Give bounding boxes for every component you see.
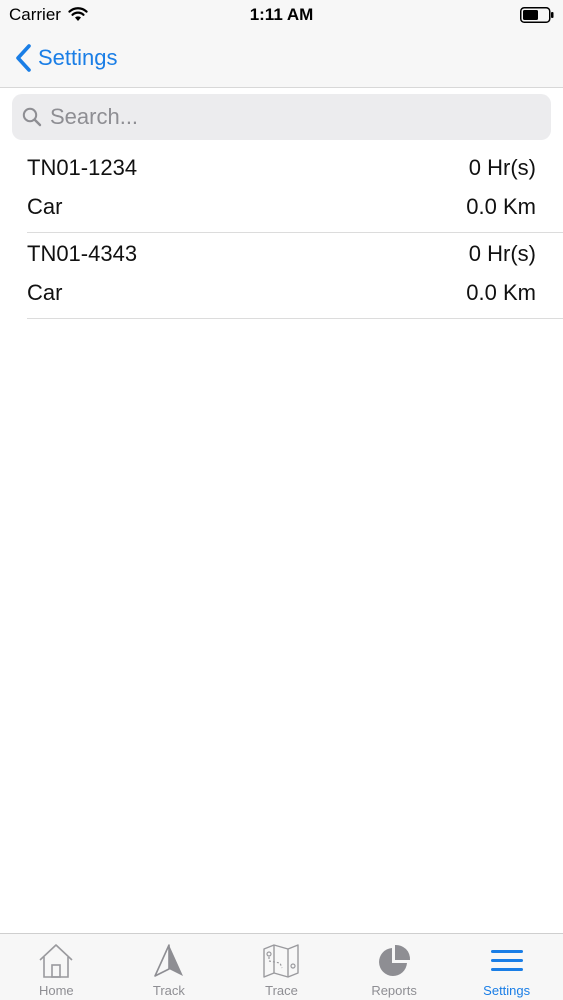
navigation-bar: Settings [0, 30, 563, 88]
navigation-arrow-icon [154, 944, 183, 977]
tab-label: Settings [483, 983, 531, 998]
tab-trace[interactable]: Trace [225, 934, 338, 1000]
search-bar [12, 94, 551, 140]
tab-label: Reports [371, 983, 417, 998]
app-screen: Carrier 1:11 AM Settings Search... TN01-… [0, 0, 563, 1000]
home-icon [39, 944, 73, 978]
map-icon [263, 944, 300, 978]
vehicle-list: TN01-1234 0 Hr(s) Car 0.0 Km TN01-4343 0… [27, 147, 563, 319]
search-icon [22, 107, 42, 127]
vehicle-distance: 0.0 Km [466, 280, 536, 305]
vehicle-type: Car [27, 280, 63, 305]
vehicle-row[interactable]: TN01-4343 0 Hr(s) Car 0.0 Km [27, 233, 563, 319]
back-button-label: Settings [38, 45, 118, 70]
vehicle-number: TN01-1234 [27, 155, 138, 180]
vehicle-type: Car [27, 194, 63, 219]
status-bar: Carrier 1:11 AM [0, 0, 563, 30]
vehicle-hours: 0 Hr(s) [468, 155, 536, 180]
vehicle-number: TN01-4343 [27, 241, 138, 266]
pie-chart-icon [379, 944, 411, 976]
menu-icon [490, 950, 523, 971]
tab-bar: Home Track Trace Reports Settings [0, 933, 563, 1000]
battery-icon [520, 7, 554, 23]
tab-settings[interactable]: Settings [450, 934, 563, 1000]
vehicle-hours: 0 Hr(s) [468, 241, 536, 266]
chevron-left-icon [16, 44, 31, 72]
vehicle-row[interactable]: TN01-1234 0 Hr(s) Car 0.0 Km [27, 147, 563, 233]
search-input[interactable] [50, 94, 540, 140]
tab-label: Track [152, 983, 185, 998]
status-time: 1:11 AM [249, 5, 314, 24]
tab-track[interactable]: Track [113, 934, 226, 1000]
back-button[interactable]: Settings [14, 40, 118, 76]
tab-label: Trace [265, 983, 298, 998]
tab-label: Home [38, 983, 74, 998]
tab-home[interactable]: Home [0, 934, 113, 1000]
vehicle-distance: 0.0 Km [466, 194, 536, 219]
tab-reports[interactable]: Reports [338, 934, 451, 1000]
